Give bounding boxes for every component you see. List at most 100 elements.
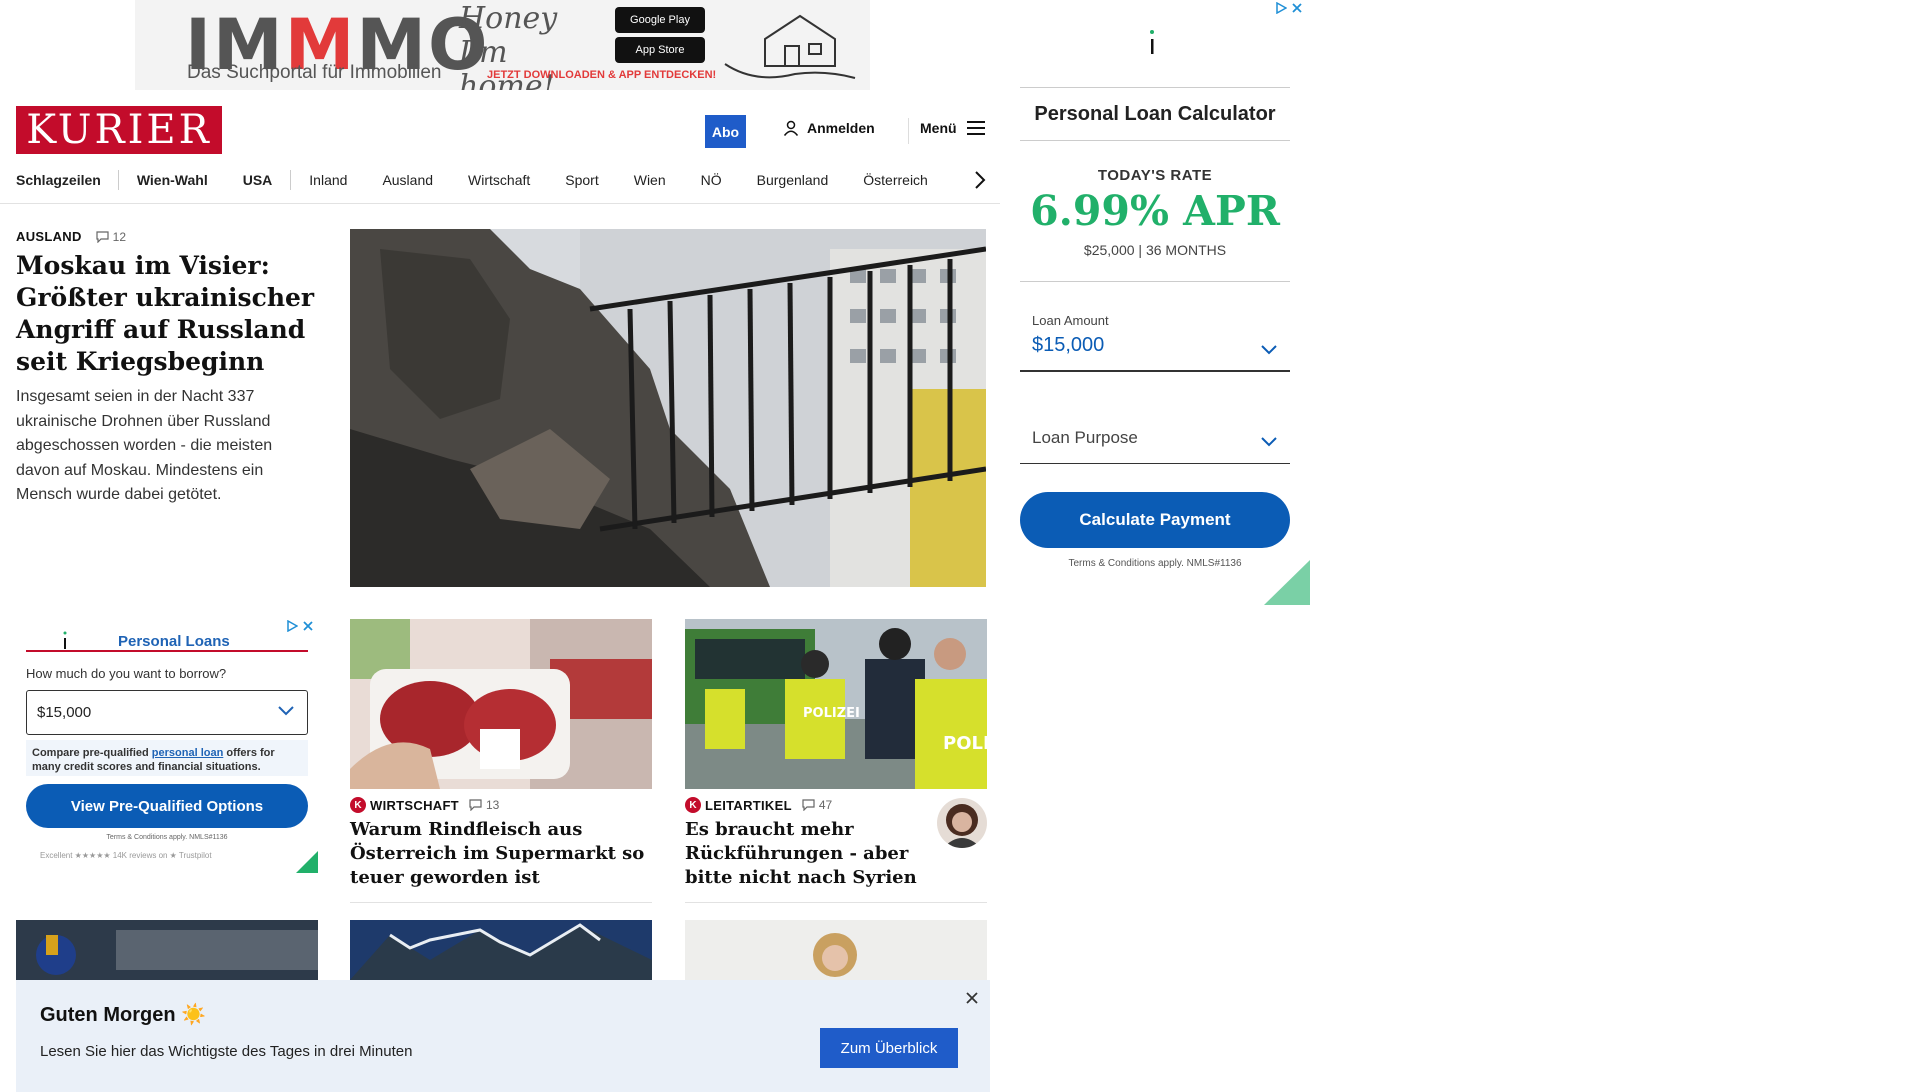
- ad-choices[interactable]: [286, 620, 314, 632]
- calculator-divider: [1020, 281, 1290, 282]
- ad-cta: JETZT DOWNLOADEN & APP ENTDECKEN!: [487, 69, 717, 81]
- loan-calculator-ad[interactable]: Personal Loan Calculator TODAY'S RATE 6.…: [1020, 0, 1310, 605]
- lead-comment-count[interactable]: 12: [96, 230, 126, 244]
- chevron-down-icon: [1261, 437, 1277, 447]
- ad-choices[interactable]: [1275, 2, 1303, 14]
- calculate-payment-button[interactable]: Calculate Payment: [1020, 492, 1290, 548]
- nav-item-noe[interactable]: NÖ: [701, 172, 722, 188]
- app-store-badge[interactable]: App Store: [615, 37, 705, 63]
- card-image-mountains[interactable]: [350, 920, 652, 980]
- card-headline[interactable]: Warum Rindfleisch aus Österreich im Supe…: [350, 818, 655, 890]
- nav-item-oesterreich[interactable]: Österreich: [863, 172, 928, 188]
- ad-subtitle: Das Suchportal für Immobilien: [187, 62, 442, 83]
- card-image-woman[interactable]: [685, 920, 987, 980]
- close-icon[interactable]: [1291, 2, 1303, 14]
- author-portrait: [943, 804, 981, 848]
- ad-corner-decor: [1264, 560, 1310, 605]
- rate-label: TODAY'S RATE: [1097, 167, 1213, 184]
- kurier-k-icon: K: [350, 797, 366, 813]
- nav-item-ausland[interactable]: Ausland: [382, 172, 433, 188]
- nav-separator: [290, 170, 292, 190]
- lead-rubrik[interactable]: AUSLAND: [16, 229, 82, 244]
- header-divider: [908, 118, 909, 144]
- loan-purpose-select[interactable]: Loan Purpose: [1020, 428, 1290, 464]
- hamburger-icon: [966, 121, 985, 135]
- svg-text:POLI: POLI: [943, 733, 987, 754]
- toast-body: Lesen Sie hier das Wichtigste des Tages …: [40, 1043, 413, 1060]
- nav-item-schlagzeilen[interactable]: Schlagzeilen: [16, 172, 101, 188]
- abo-button[interactable]: Abo: [705, 115, 746, 148]
- ad-brand: Personal Loans: [118, 633, 230, 650]
- card-image-machine[interactable]: [16, 920, 318, 980]
- user-icon: [783, 120, 799, 136]
- ad-corner-decor: [296, 851, 318, 873]
- card-divider: [685, 902, 987, 903]
- card-comment-count[interactable]: 47: [802, 798, 832, 812]
- ad-terms: Terms & Conditions apply. NMLS#1136: [106, 834, 228, 841]
- loan-amount-label: Loan Amount: [1032, 313, 1109, 328]
- mountains-photo: [350, 920, 652, 980]
- main-nav: Schlagzeilen Wien-Wahl USA Inland Auslan…: [16, 168, 928, 192]
- lead-meta: AUSLAND 12: [16, 229, 126, 244]
- card-comment-count[interactable]: 13: [469, 798, 499, 812]
- svg-text:POLIZEI: POLIZEI: [803, 706, 860, 721]
- borrow-amount-select[interactable]: $15,000: [26, 690, 308, 735]
- close-icon[interactable]: [302, 620, 314, 632]
- close-icon[interactable]: [964, 990, 980, 1006]
- lead-teaser: Insgesamt seien in der Nacht 337 ukraini…: [16, 388, 273, 503]
- card-meta-leitartikel: K LEITARTIKEL 47: [685, 797, 832, 813]
- card-image-beef[interactable]: [350, 619, 652, 789]
- login-button[interactable]: Anmelden: [783, 120, 875, 136]
- rate-terms: $25,000 | 36 MONTHS: [1083, 242, 1227, 258]
- menu-label: Menü: [920, 120, 957, 136]
- lead-image[interactable]: [350, 229, 986, 587]
- comment-icon: [469, 799, 482, 811]
- nav-next-arrow-icon[interactable]: [970, 168, 990, 192]
- rate-value: 6.99% APR: [1030, 187, 1280, 235]
- ad-brand-icon: [63, 631, 67, 649]
- loan-amount-select[interactable]: $15,000: [1020, 334, 1290, 372]
- card-meta-wirtschaft: K WIRTSCHAFT 13: [350, 797, 499, 813]
- calculator-terms: Terms & Conditions apply. NMLS#1136: [1068, 558, 1242, 569]
- nav-item-wirtschaft[interactable]: Wirtschaft: [468, 172, 530, 188]
- woman-photo: [685, 920, 987, 980]
- card-image-police[interactable]: POLIZEI POLI: [685, 619, 987, 789]
- card-headline[interactable]: Es braucht mehr Rückführungen - aber bit…: [685, 818, 940, 890]
- ad-play-icon: [287, 620, 298, 632]
- author-avatar[interactable]: [937, 798, 987, 848]
- personal-loan-link[interactable]: personal loan: [152, 747, 224, 759]
- calculator-title: Personal Loan Calculator: [1020, 87, 1290, 141]
- card-divider: [350, 902, 652, 903]
- nav-item-wien[interactable]: Wien: [634, 172, 666, 188]
- nav-item-wien-wahl[interactable]: Wien-Wahl: [137, 172, 208, 188]
- view-options-button[interactable]: View Pre-Qualified Options: [26, 784, 308, 828]
- ad-play-icon: [1276, 2, 1287, 14]
- personal-loans-ad[interactable]: Personal Loans How much do you want to b…: [16, 618, 318, 873]
- damaged-balcony-photo: [350, 229, 986, 587]
- morning-briefing-toast: Guten Morgen ☀️ Lesen Sie hier das Wicht…: [16, 980, 990, 1092]
- overview-button[interactable]: Zum Überblick: [820, 1028, 958, 1068]
- card-rubrik[interactable]: WIRTSCHAFT: [370, 798, 459, 813]
- nav-item-usa[interactable]: USA: [243, 172, 273, 188]
- toast-title: Guten Morgen ☀️: [40, 1004, 207, 1026]
- lead-headline[interactable]: Moskau im Visier: Größter ukrainischer A…: [16, 250, 316, 378]
- nav-item-burgenland[interactable]: Burgenland: [757, 172, 829, 188]
- kurier-logo[interactable]: KURIER: [16, 106, 222, 154]
- machine-photo: [16, 920, 318, 980]
- comment-icon: [802, 799, 815, 811]
- comment-icon: [96, 230, 109, 243]
- nav-divider: [0, 203, 1000, 204]
- card-rubrik[interactable]: LEITARTIKEL: [705, 798, 792, 813]
- nav-separator: [117, 170, 119, 190]
- google-play-badge[interactable]: Google Play: [615, 7, 705, 33]
- house-hand-icon: [724, 14, 856, 79]
- ad-note: Compare pre-qualified personal loan offe…: [26, 740, 308, 776]
- menu-button[interactable]: Menü: [920, 120, 985, 136]
- nav-item-inland[interactable]: Inland: [309, 172, 347, 188]
- ad-brand-icon: [1150, 30, 1154, 54]
- nav-item-sport[interactable]: Sport: [565, 172, 598, 188]
- kurier-k-icon: K: [685, 797, 701, 813]
- beef-photo: [350, 619, 652, 789]
- top-banner-ad[interactable]: IMMMO Das Suchportal für Immobilien Hone…: [135, 0, 870, 90]
- login-label: Anmelden: [807, 120, 875, 136]
